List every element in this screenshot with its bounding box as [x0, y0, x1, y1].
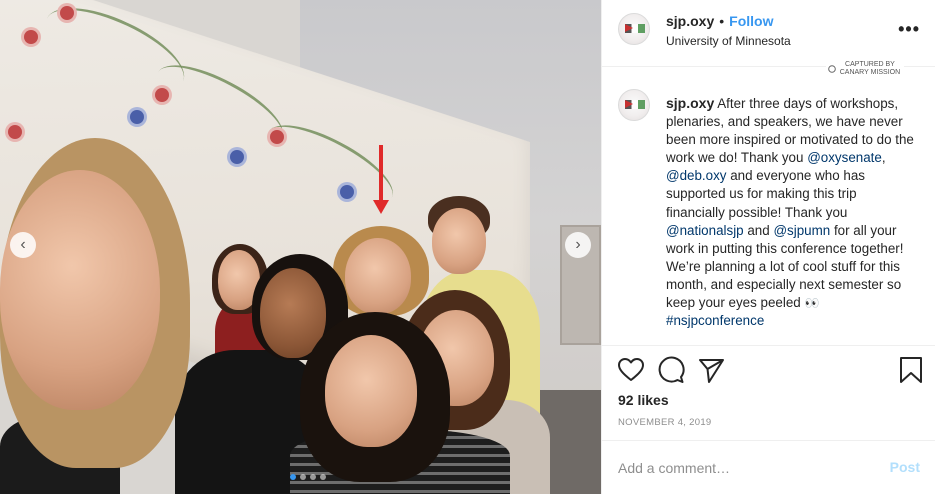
tapestry-flower: [230, 150, 244, 164]
carousel-next-button[interactable]: ›: [565, 232, 591, 258]
tapestry-flower: [270, 130, 284, 144]
avatar[interactable]: [618, 13, 650, 45]
carousel-dot[interactable]: [320, 474, 326, 480]
post-date[interactable]: NOVEMBER 4, 2019: [618, 417, 712, 428]
more-options-icon[interactable]: •••: [898, 19, 920, 40]
post-header: sjp.oxy • Follow University of Minnesota •…: [602, 0, 935, 77]
carousel-dot[interactable]: [290, 474, 296, 480]
post-photo[interactable]: ‹ ›: [0, 0, 601, 494]
tapestry-flower: [24, 30, 38, 44]
header-user-line: sjp.oxy • Follow: [666, 13, 773, 29]
comment-icon[interactable]: [656, 355, 686, 385]
mention-link[interactable]: @deb.oxy: [666, 168, 727, 183]
post-caption: sjp.oxy After three days of workshops, p…: [666, 94, 916, 330]
follow-button[interactable]: Follow: [729, 13, 773, 29]
heart-icon[interactable]: [616, 355, 646, 385]
separator-dot: •: [719, 13, 725, 29]
likes-count[interactable]: 92 likes: [618, 392, 669, 408]
username-link[interactable]: sjp.oxy: [666, 13, 714, 29]
caption-username-link[interactable]: sjp.oxy: [666, 95, 714, 111]
mention-link[interactable]: @oxysenate: [807, 150, 882, 165]
post-side-panel: sjp.oxy • Follow University of Minnesota •…: [601, 0, 935, 494]
tapestry-flower: [155, 88, 169, 102]
caption-text: and: [747, 222, 770, 238]
tapestry-flower: [340, 185, 354, 199]
caption-text: ,: [881, 150, 886, 166]
tapestry-flower: [130, 110, 144, 124]
mention-link[interactable]: @nationalsjp: [666, 223, 744, 238]
avatar[interactable]: [618, 89, 650, 121]
carousel-prev-button[interactable]: ‹: [10, 232, 36, 258]
annotation-arrow: [379, 145, 383, 203]
annotation-arrow-head: [373, 200, 389, 214]
add-comment-bar: Post: [602, 440, 935, 494]
paper-plane-icon[interactable]: [696, 355, 726, 385]
action-bar: [602, 355, 935, 387]
tapestry-flower: [8, 125, 22, 139]
bookmark-icon[interactable]: [896, 355, 926, 385]
carousel-dot[interactable]: [310, 474, 316, 480]
comments-section: sjp.oxy After three days of workshops, p…: [602, 67, 935, 346]
carousel-dot[interactable]: [300, 474, 306, 480]
comment-input[interactable]: [618, 458, 878, 478]
mention-link[interactable]: @sjpumn: [773, 223, 830, 238]
carousel-dots: [290, 474, 326, 480]
tapestry-flower: [60, 6, 74, 20]
hashtag-link[interactable]: #nsjpconference: [666, 313, 764, 328]
post-comment-button[interactable]: Post: [890, 459, 920, 475]
eyes-emoji: 👀: [804, 296, 819, 311]
location-link[interactable]: University of Minnesota: [666, 34, 791, 48]
